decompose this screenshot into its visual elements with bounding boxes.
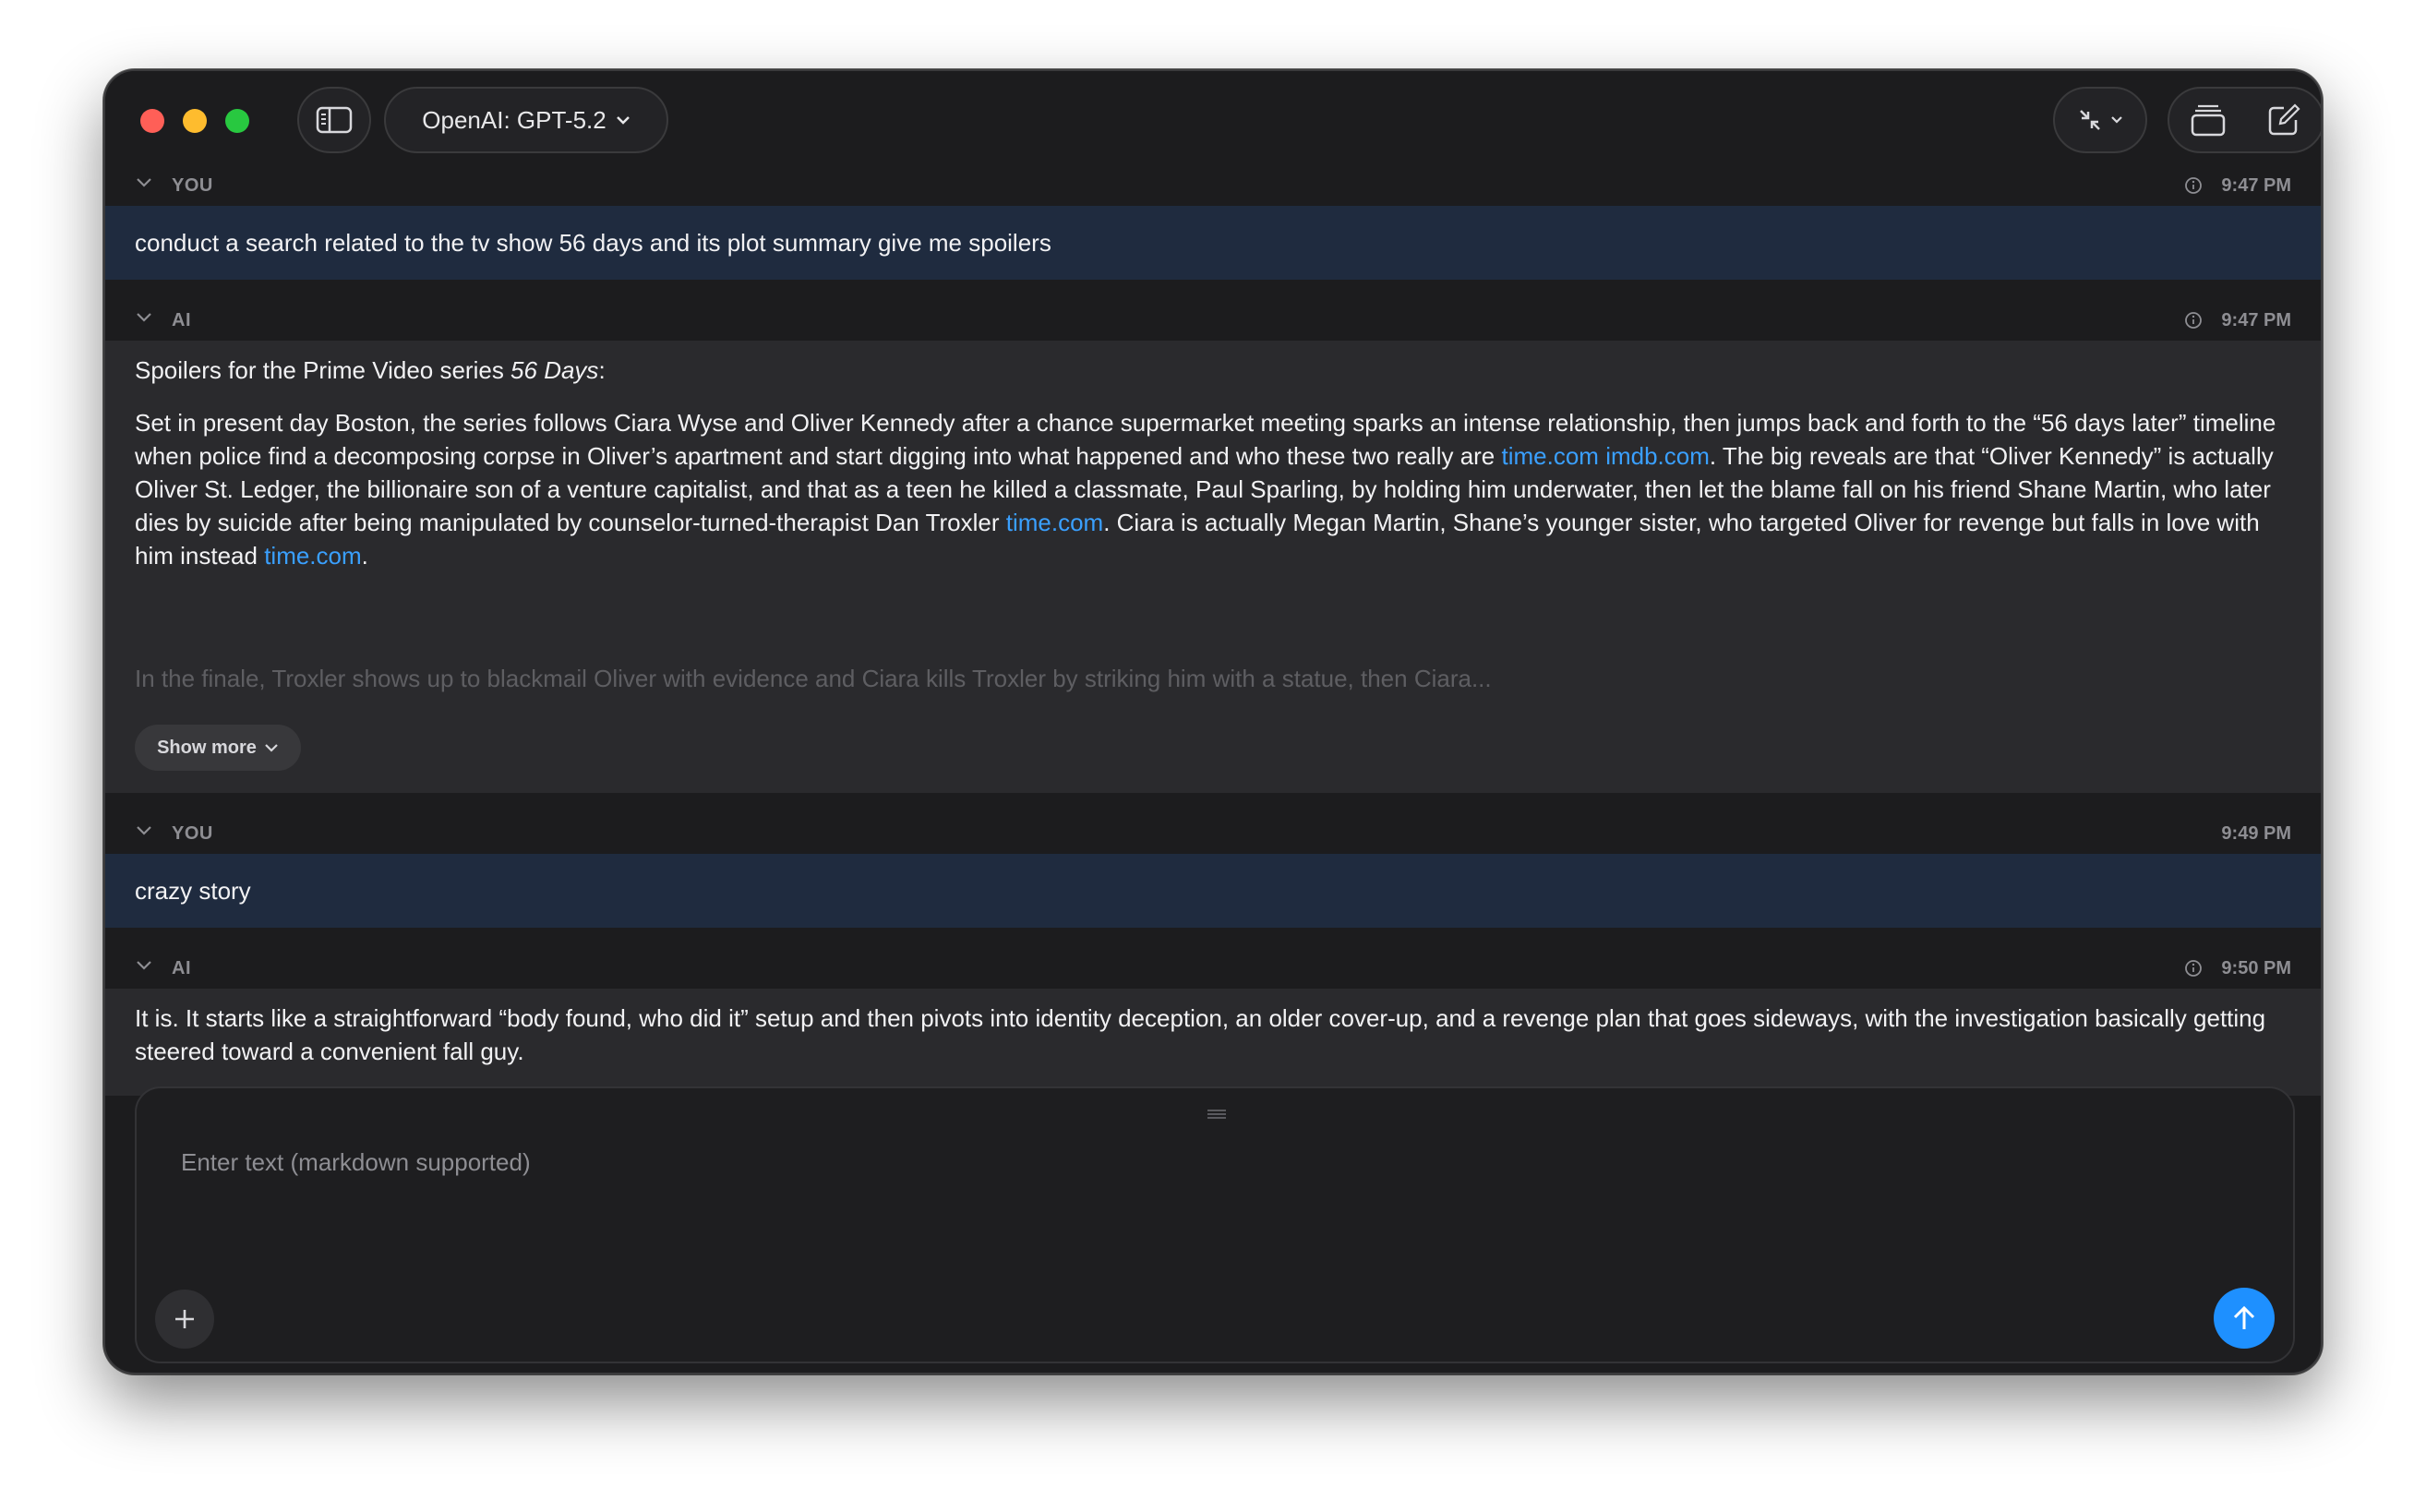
window-actions-group <box>2168 87 2321 153</box>
ai-message: It is. It starts like a straightforward … <box>105 989 2321 1096</box>
chevron-down-icon[interactable] <box>135 824 153 837</box>
sidebar-toggle-button[interactable] <box>297 87 371 153</box>
chevron-down-icon <box>616 116 630 125</box>
resize-handle-icon[interactable] <box>1207 1109 1226 1120</box>
arrow-up-icon <box>2233 1305 2255 1329</box>
info-icon[interactable] <box>2184 311 2203 330</box>
user-message: crazy story <box>105 854 2321 928</box>
message-time: 9:47 PM <box>2221 174 2291 196</box>
chevron-down-icon[interactable] <box>135 311 153 324</box>
collapse-menu-button[interactable] <box>2053 87 2147 153</box>
message-composer <box>135 1086 2295 1363</box>
zoom-window-button[interactable] <box>225 109 249 133</box>
ai-message: Spoilers for the Prime Video series 56 D… <box>105 341 2321 793</box>
source-link-imdb[interactable]: imdb.com <box>1605 442 1710 470</box>
send-button[interactable] <box>2214 1288 2275 1349</box>
sidebar-toggle-icon <box>316 106 353 134</box>
ai-intro: Spoilers for the Prime Video series 56 D… <box>135 356 606 384</box>
message-text: crazy story <box>135 876 251 905</box>
plus-icon <box>175 1310 194 1328</box>
message-time: 9:49 PM <box>2221 822 2291 844</box>
source-link-time[interactable]: time.com <box>1006 509 1103 536</box>
message-role: AI <box>172 309 191 330</box>
message-text: conduct a search related to the tv show … <box>135 228 1051 257</box>
message-role: YOU <box>172 822 213 844</box>
minimize-window-button[interactable] <box>183 109 207 133</box>
message-header: YOU 9:47 PM <box>105 165 2321 206</box>
chevron-down-icon[interactable] <box>135 959 153 972</box>
message-time: 9:50 PM <box>2221 957 2291 978</box>
ai-paragraph: Set in present day Boston, the series fo… <box>135 409 2276 570</box>
ai-faded-paragraph: In the finale, Troxler shows up to black… <box>135 665 1492 692</box>
message-header: YOU 9:49 PM <box>105 813 2321 854</box>
message-time: 9:47 PM <box>2221 309 2291 330</box>
app-window: OpenAI: GPT-5.2 YOU 9:47 PM conduct a se… <box>103 69 2323 1374</box>
model-label: OpenAI: GPT-5.2 <box>422 105 606 134</box>
chevron-down-icon <box>265 744 278 752</box>
message-input[interactable] <box>181 1134 2212 1190</box>
source-link-time[interactable]: time.com <box>264 542 361 570</box>
message-role: YOU <box>172 174 213 196</box>
message-header: AI 9:47 PM <box>105 300 2321 341</box>
message-role: AI <box>172 957 191 978</box>
attach-button[interactable] <box>155 1290 214 1349</box>
title-bar: OpenAI: GPT-5.2 <box>105 71 2321 165</box>
info-icon[interactable] <box>2184 959 2203 978</box>
user-message: conduct a search related to the tv show … <box>105 206 2321 280</box>
message-header: AI 9:50 PM <box>105 948 2321 989</box>
ai-paragraph: It is. It starts like a straightforward … <box>135 1004 2266 1065</box>
compose-icon[interactable] <box>2267 103 2302 137</box>
chevron-down-icon[interactable] <box>135 176 153 189</box>
chevron-down-icon <box>2111 116 2122 124</box>
show-more-button[interactable]: Show more <box>135 725 301 771</box>
source-link-time[interactable]: time.com <box>1502 442 1599 470</box>
windows-stack-icon[interactable] <box>2191 103 2226 137</box>
collapse-arrows-icon <box>2080 110 2100 130</box>
model-selector-button[interactable]: OpenAI: GPT-5.2 <box>384 87 668 153</box>
info-icon[interactable] <box>2184 176 2203 195</box>
close-window-button[interactable] <box>140 109 164 133</box>
